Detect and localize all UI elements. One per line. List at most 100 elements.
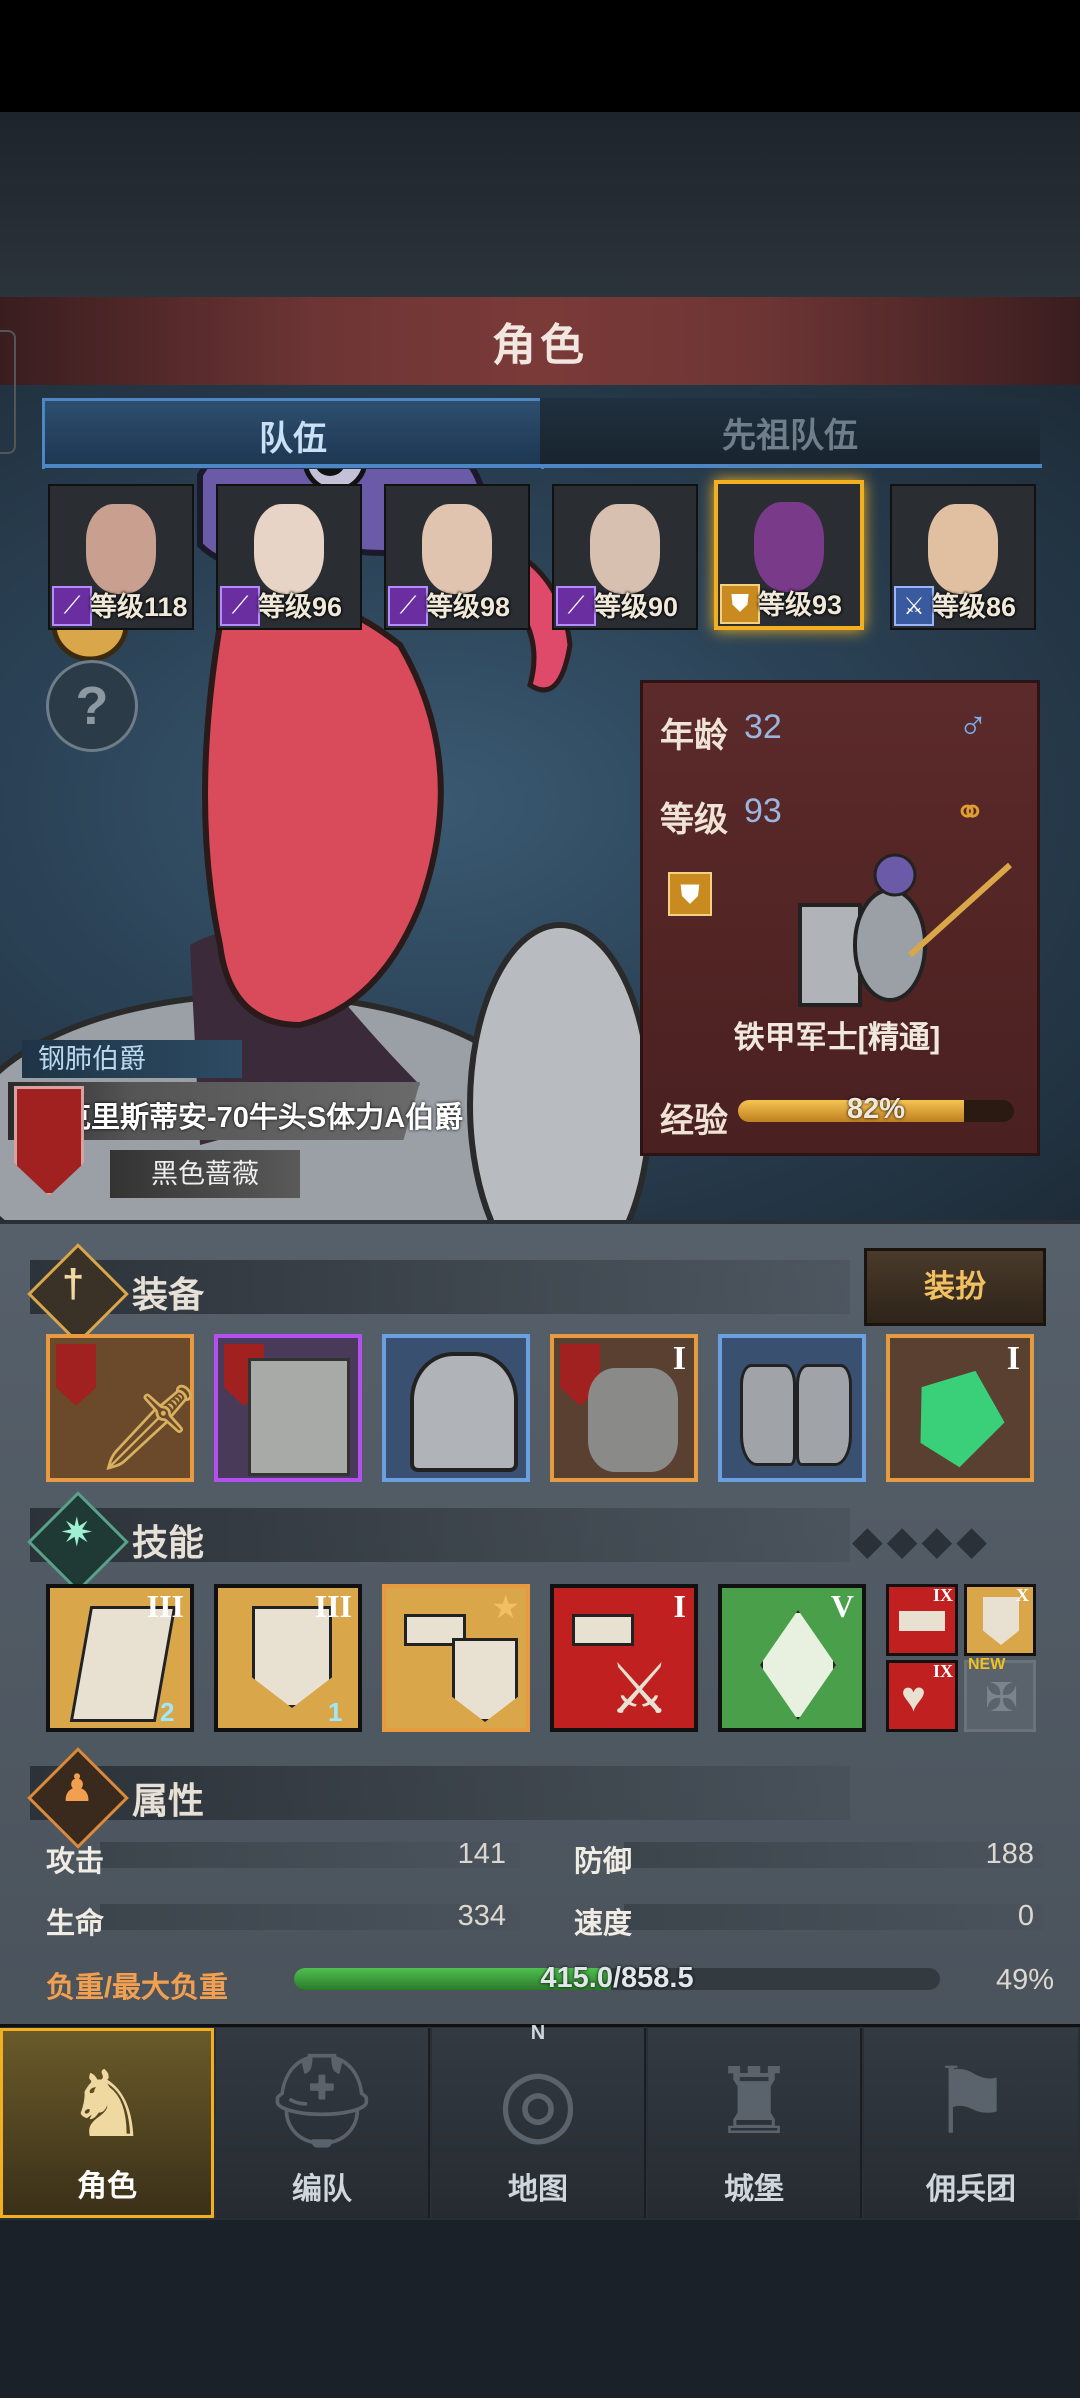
help-icon[interactable]: ? [46, 660, 138, 752]
skill-slot-2[interactable]: III 1 [214, 1584, 362, 1732]
age-label: 年龄 [660, 717, 728, 755]
portrait-face [86, 504, 156, 594]
castle-icon: ♜ [712, 2051, 796, 2153]
hero-title-tag: 钢肺伯爵 [22, 1040, 242, 1078]
shield-icon: ⛊ [720, 584, 760, 624]
nav-label: 编队 [292, 2173, 352, 2206]
dress-up-button[interactable]: 装扮 [864, 1248, 1046, 1326]
emerald-icon [900, 1356, 1017, 1477]
equipment-title: 装备 [132, 1274, 205, 1315]
passive-slot-3[interactable]: ♥ IX [886, 1660, 958, 1732]
side-drawer-handle[interactable] [0, 330, 16, 454]
skill-tier: V [830, 1588, 854, 1624]
page-title: 角色 [492, 321, 588, 370]
formation-helmet-icon: ⛑ [263, 2050, 381, 2152]
class-shield-icon: ⛊ [668, 872, 712, 916]
party-member-1[interactable]: ⟋ 等级118 [48, 484, 194, 630]
status-bar [0, 0, 1080, 112]
equip-slot-shield[interactable] [214, 1334, 362, 1482]
attributes-title: 属性 [132, 1780, 205, 1821]
portrait-face [254, 504, 324, 594]
nav-label: 角色 [77, 2170, 137, 2203]
shield-icon [452, 1638, 518, 1722]
member-level: 等级96 [258, 592, 343, 622]
skill-count: 2 [160, 1697, 175, 1727]
male-gender-icon: ♂ [958, 704, 988, 748]
tab-ancestor-team[interactable]: 先祖队伍 [540, 398, 1040, 466]
portrait-face [754, 502, 824, 592]
passive-slot-2[interactable]: X [964, 1584, 1036, 1656]
skill-slot-4[interactable]: ⚔ I [550, 1584, 698, 1732]
portrait-face [928, 504, 998, 594]
new-badge: NEW [968, 1656, 1006, 1673]
background-sky [0, 112, 1080, 297]
class-name: 铁甲军士[精通] [733, 1020, 941, 1055]
skill-tier: IX [932, 1585, 953, 1605]
exp-label: 经验 [660, 1102, 728, 1140]
knight-icon: ♞ [65, 2054, 149, 2156]
nav-formation[interactable]: ⛑ 编队 [216, 2028, 430, 2218]
heart-icon: ♥ [901, 1673, 926, 1720]
member-level: 等级90 [594, 592, 679, 622]
equip-slot-accessory[interactable]: I [886, 1334, 1034, 1482]
exp-value: 82% [846, 1093, 906, 1125]
skill-slot-3[interactable]: ★ [382, 1584, 530, 1732]
defense-label: 防御 [574, 1846, 633, 1878]
staff-icon: ⟋ [388, 586, 428, 626]
nav-castle[interactable]: ♜ 城堡 [648, 2028, 862, 2218]
speed-label: 速度 [574, 1908, 633, 1940]
level-label: 等级 [660, 801, 728, 839]
equip-slot-boots[interactable] [718, 1334, 866, 1482]
party-member-4[interactable]: ⟋ 等级90 [552, 484, 698, 630]
tier-label: I [672, 1340, 686, 1377]
boots-icon [740, 1364, 796, 1466]
helmet-icon [410, 1352, 518, 1472]
party-member-2[interactable]: ⟋ 等级96 [216, 484, 362, 630]
skills-title: 技能 [132, 1522, 205, 1563]
star-badge-icon: ★ [491, 1589, 520, 1625]
skill-slot-5[interactable]: V [718, 1584, 866, 1732]
sword-icon: ⚔ [894, 586, 934, 626]
party-member-6[interactable]: ⚔ 等级86 [890, 484, 1036, 630]
skill-tier: X [1016, 1585, 1029, 1605]
party-member-5-selected[interactable]: ⛊ 等级93 [714, 480, 864, 630]
load-value: 415.0/858.5 [540, 1962, 694, 1994]
member-level: 等级86 [932, 592, 1017, 622]
page-header: 角色 [0, 297, 1080, 388]
person-icon-glyph: ♟ [60, 1768, 95, 1810]
crystal-icon [760, 1610, 836, 1720]
sword-icon: 🗡 [96, 1380, 203, 1474]
staff-icon: ⟋ [52, 586, 92, 626]
nav-label: 地图 [508, 2173, 568, 2206]
nav-map[interactable]: ◎ N 地图 [432, 2022, 646, 2218]
speed-value: 0 [1017, 1900, 1034, 1932]
compass-icon: ◎ [497, 2051, 579, 2153]
passive-slot-1[interactable]: IX [886, 1584, 958, 1656]
dagger-icon-glyph: † [62, 1262, 85, 1306]
compass-north: N [530, 2022, 546, 2044]
boots-icon-right [796, 1364, 852, 1466]
portrait-face [422, 504, 492, 594]
nav-label: 城堡 [724, 2173, 784, 2206]
skill-tier: I [673, 1588, 686, 1624]
member-level: 等级93 [758, 590, 843, 620]
skill-tier: III [314, 1588, 352, 1624]
portrait-face [590, 504, 660, 594]
nav-character[interactable]: ♞ 角色 [0, 2028, 214, 2218]
sword-icon: ⚔ [608, 1650, 671, 1728]
equip-slot-helmet[interactable] [382, 1334, 530, 1482]
banner-icon: ⚑ [929, 2051, 1013, 2153]
skill-tier: III [146, 1588, 184, 1624]
party-member-3[interactable]: ⟋ 等级98 [384, 484, 530, 630]
skill-tier: IX [932, 1661, 953, 1681]
tower-shield-icon [248, 1358, 350, 1476]
cross-icon: ✠ [985, 1676, 1019, 1720]
equip-slot-armor[interactable]: I [550, 1334, 698, 1482]
tab-team[interactable]: 队伍 [42, 398, 544, 469]
nav-mercenary[interactable]: ⚑ 佣兵团 [864, 2028, 1078, 2218]
equip-slot-weapon[interactable]: 🗡 [46, 1334, 203, 1482]
load-percent: 49% [995, 1964, 1054, 1996]
age-value: 32 [744, 708, 782, 746]
dumbbell-icon [572, 1614, 634, 1646]
skill-slot-1[interactable]: III 2 [46, 1584, 194, 1732]
